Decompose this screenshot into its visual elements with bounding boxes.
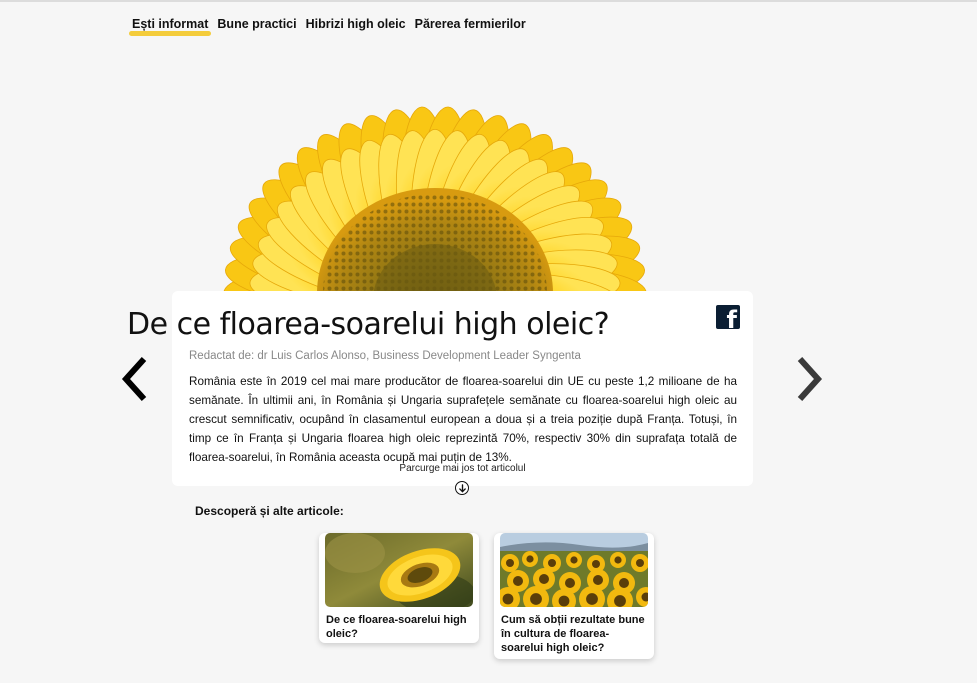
article-author: Redactat de: dr Luis Carlos Alonso, Busi… <box>189 350 581 362</box>
sunflower-hero-image <box>223 106 647 294</box>
scroll-hint-text[interactable]: Parcurge mai jos tot articolul <box>172 463 753 474</box>
related-article-image <box>325 533 473 607</box>
article-body: România este în 2019 cel mai mare produc… <box>189 375 737 464</box>
article-title: De ce floarea-soarelui high oleic? <box>127 307 610 342</box>
discover-heading: Descoperă și alte articole: <box>195 504 344 518</box>
related-article-image <box>500 533 648 607</box>
main-nav: Ești informat Bune practici Hibrizi high… <box>128 16 526 36</box>
chevron-right-icon[interactable] <box>794 355 824 403</box>
facebook-icon: f <box>726 306 737 329</box>
nav-item-hibrizi-high-oleic[interactable]: Hibrizi high oleic <box>306 16 406 32</box>
related-article-title[interactable]: De ce floarea-soarelui high oleic? <box>326 613 474 641</box>
related-article-title[interactable]: Cum să obții rezultate bune în cultura d… <box>501 613 649 655</box>
nav-item-parerea-fermierilor[interactable]: Părerea fermierilor <box>415 16 526 32</box>
related-article-card[interactable]: Cum să obții rezultate bune în cultura d… <box>494 533 654 659</box>
nav-item-bune-practici[interactable]: Bune practici <box>217 16 296 32</box>
chevron-left-icon[interactable] <box>120 355 150 403</box>
nav-item-esti-informat[interactable]: Ești informat <box>128 16 212 36</box>
facebook-share-button[interactable]: f <box>716 305 740 329</box>
arrow-down-circle-icon[interactable] <box>455 481 469 495</box>
related-article-card[interactable]: De ce floarea-soarelui high oleic? <box>319 533 479 643</box>
top-border <box>0 0 977 2</box>
